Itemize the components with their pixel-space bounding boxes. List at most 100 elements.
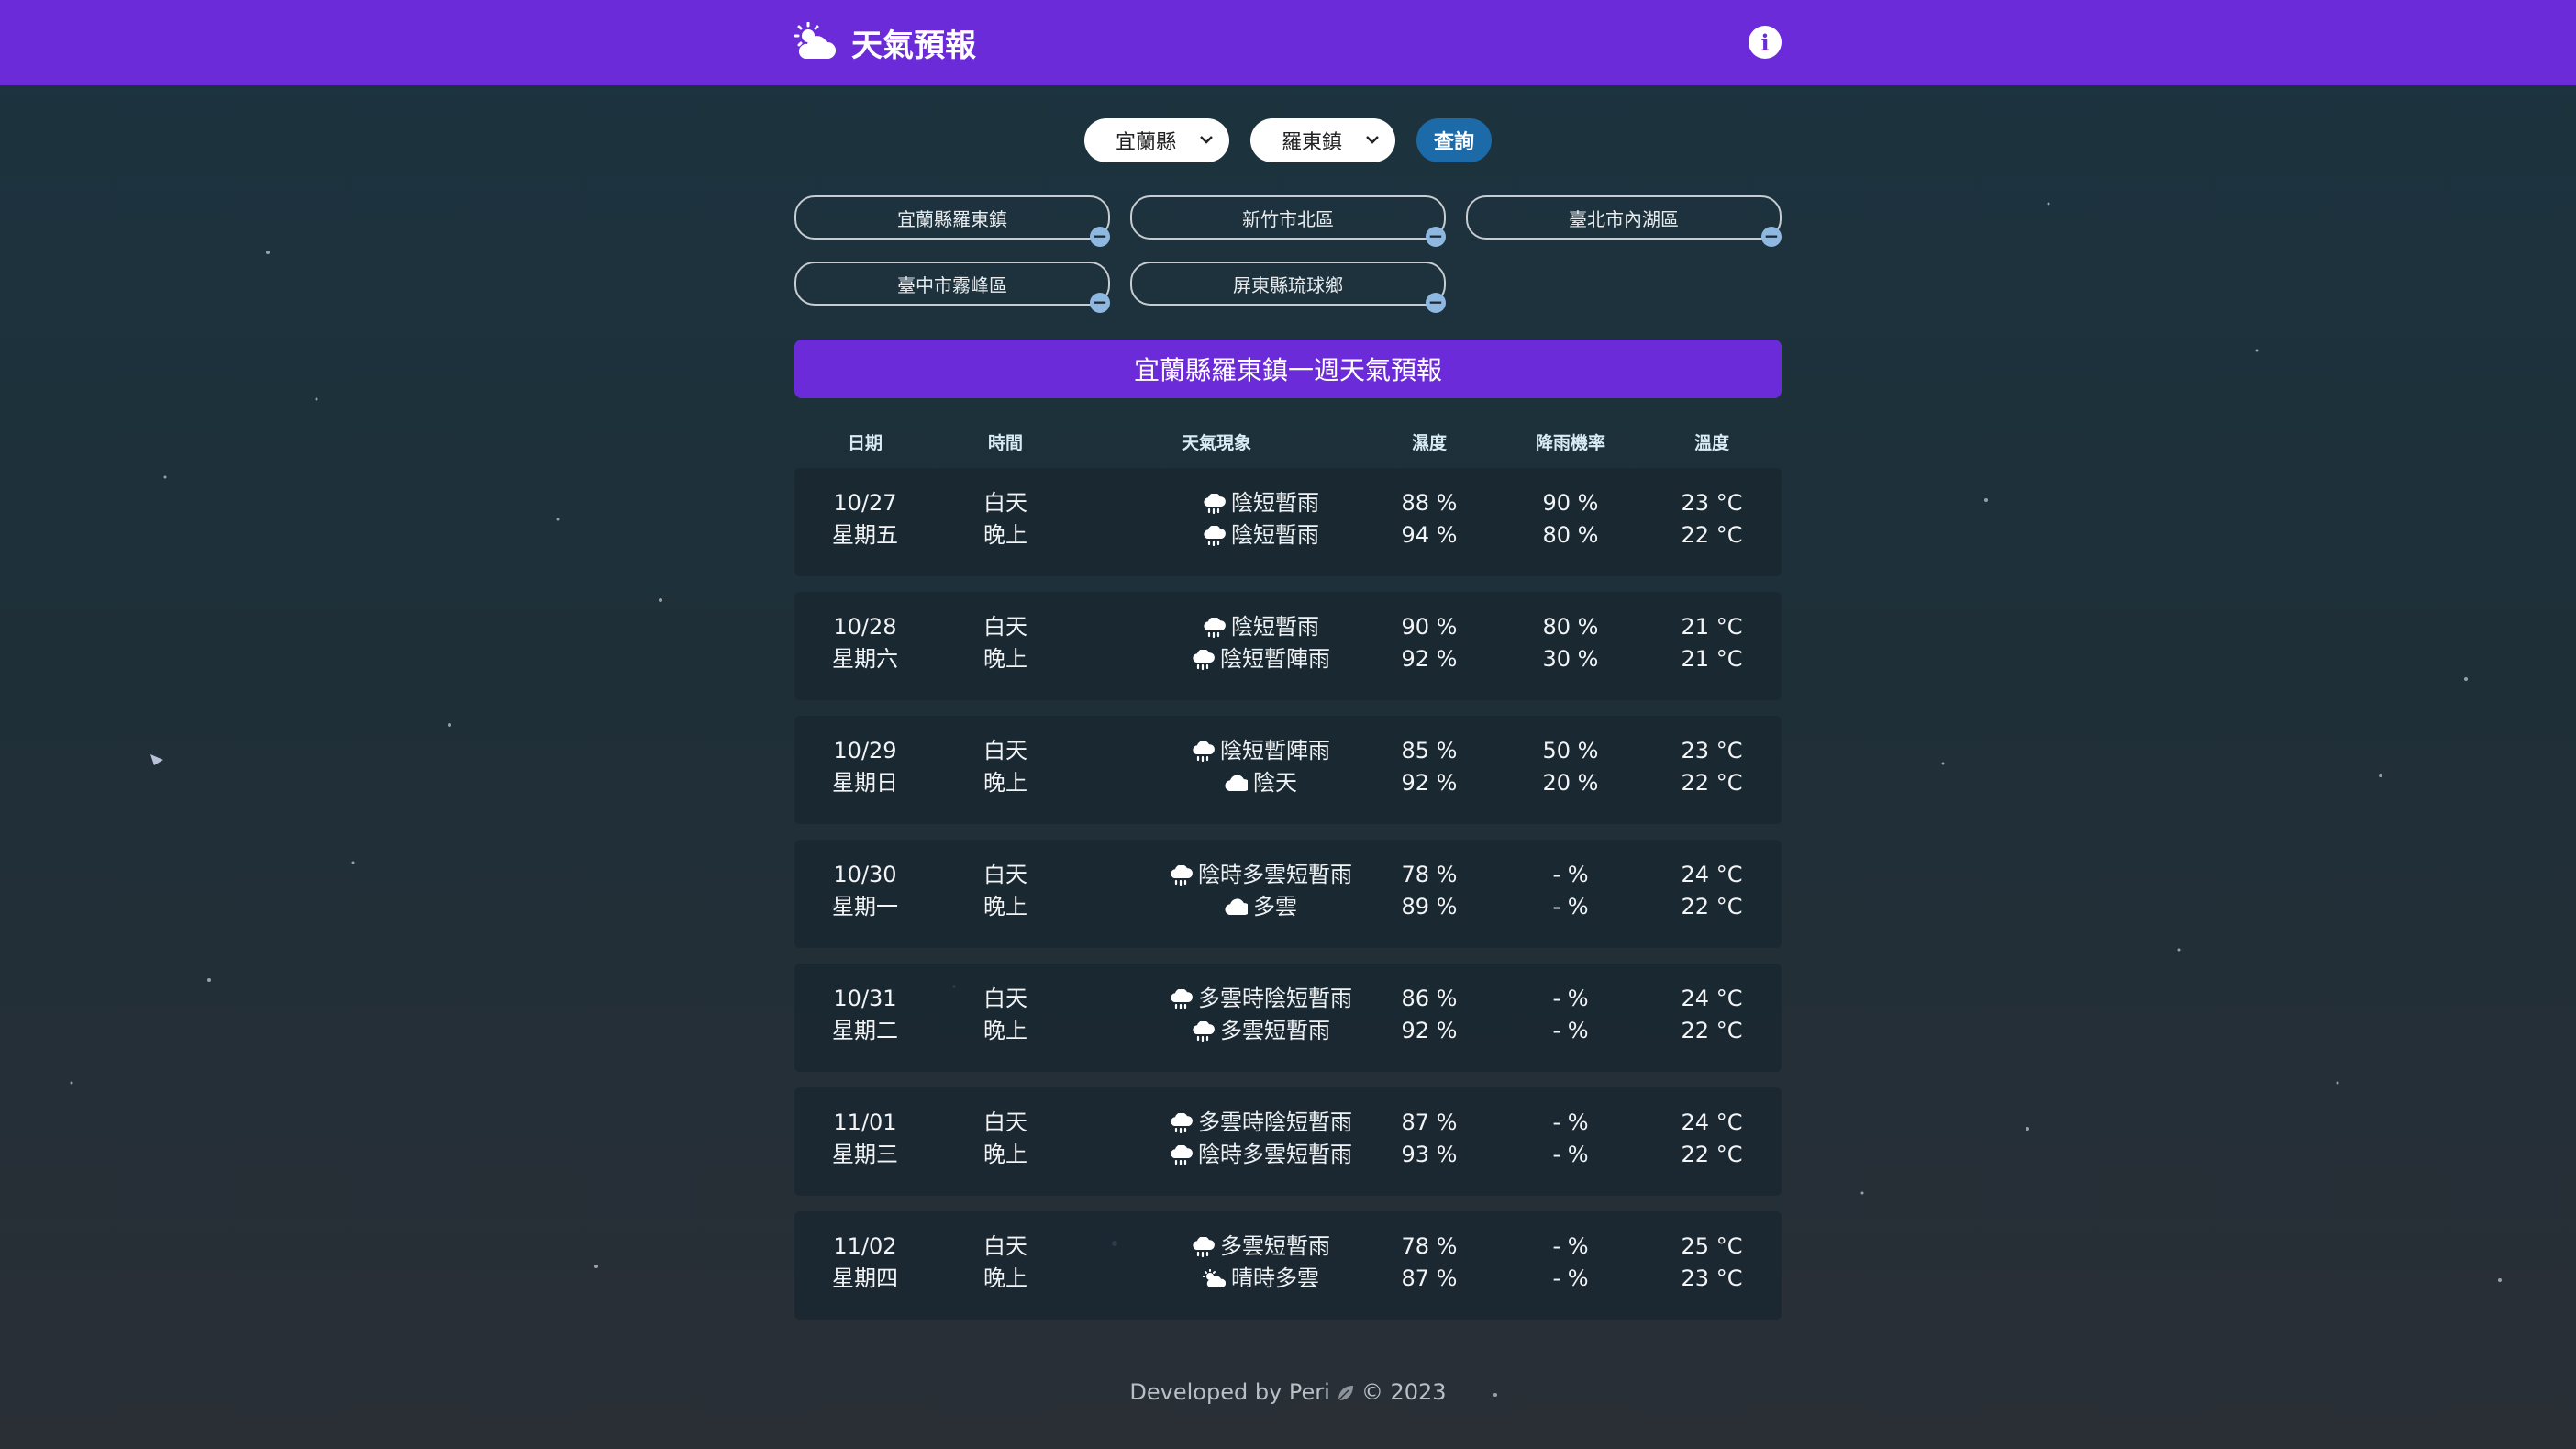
footer-copyright: © 2023: [1360, 1379, 1447, 1405]
favorite-location[interactable]: 臺中市霧峰區 −: [794, 262, 1110, 313]
town-select[interactable]: 羅東鎮: [1250, 118, 1395, 162]
cloud-icon: [1225, 897, 1248, 915]
weather-description: 陰短暫陣雨: [1191, 735, 1330, 767]
sun-cloud-icon: [1202, 1268, 1226, 1287]
weather-description: 陰短暫雨: [1202, 519, 1319, 552]
weekday-cell: 星期三: [832, 1142, 898, 1167]
humidity-cell: 90 %: [1401, 614, 1458, 640]
weather-text: 陰短暫雨: [1231, 614, 1319, 640]
rain-chance-cell: 90 %: [1542, 490, 1599, 516]
rain-icon: [1171, 988, 1193, 1009]
app-title: 天氣預報: [851, 27, 976, 64]
favorite-label: 臺北市內湖區: [1569, 207, 1679, 230]
rain-chance-cell: - %: [1552, 894, 1589, 920]
weather-description: 陰短暫雨: [1202, 611, 1319, 643]
remove-favorite-button[interactable]: −: [1426, 227, 1446, 247]
temperature-cell: 22 °C: [1681, 1142, 1743, 1167]
weather-description: 多雲時陰短暫雨: [1169, 983, 1352, 1015]
rain-icon: [1193, 1236, 1215, 1257]
temperature-cell: 25 °C: [1681, 1233, 1743, 1259]
weekday-cell: 星期一: [832, 894, 898, 920]
cloud-sun-icon: [794, 22, 837, 59]
favorite-label: 臺中市霧峰區: [897, 273, 1007, 296]
period-cell: 晚上: [983, 1018, 1027, 1043]
column-header-rain-chance: 降雨機率: [1535, 433, 1606, 453]
weather-text: 陰短暫陣雨: [1220, 646, 1330, 672]
rain-icon: [1204, 525, 1226, 546]
rain-icon: [1193, 649, 1215, 670]
rain-chance-cell: 50 %: [1542, 738, 1599, 764]
temperature-cell: 23 °C: [1681, 738, 1743, 764]
cloud-icon: [1225, 774, 1248, 791]
brand[interactable]: 天氣預報: [793, 20, 976, 64]
date-cell: 10/28: [833, 614, 897, 640]
humidity-cell: 93 %: [1401, 1142, 1458, 1167]
weather-text: 陰時多雲短暫雨: [1198, 862, 1352, 887]
remove-favorite-button[interactable]: −: [1090, 227, 1110, 247]
weather-description: 多雲時陰短暫雨: [1169, 1107, 1352, 1139]
info-icon[interactable]: i: [1749, 26, 1782, 59]
town-select-value: 羅東鎮: [1282, 131, 1343, 154]
favorite-location[interactable]: 新竹市北區 −: [1130, 195, 1446, 247]
period-cell: 晚上: [983, 522, 1027, 548]
date-cell: 11/02: [833, 1233, 897, 1259]
date-cell: 11/01: [833, 1109, 897, 1135]
weather-description: 陰短暫雨: [1202, 487, 1319, 519]
column-header-date: 日期: [847, 433, 883, 453]
humidity-cell: 88 %: [1401, 490, 1458, 516]
date-cell: 10/30: [833, 862, 897, 887]
favorite-location[interactable]: 臺北市內湖區 −: [1466, 195, 1782, 247]
period-cell: 白天: [983, 1109, 1027, 1135]
forecast-row: 10/30 星期一 白天 晚上 陰時多雲短暫雨 多雲 78 % 89 % - % - % 24 °C…: [794, 840, 1782, 948]
weekday-cell: 星期四: [832, 1265, 898, 1291]
forecast-row: 10/31 星期二 白天 晚上 多雲時陰短暫雨 多雲短暫雨 86 % 92 % - % - % 24…: [794, 964, 1782, 1072]
remove-favorite-button[interactable]: −: [1761, 227, 1782, 247]
period-cell: 白天: [983, 1233, 1027, 1259]
rain-chance-cell: - %: [1552, 1109, 1589, 1135]
period-cell: 晚上: [983, 646, 1027, 672]
humidity-cell: 94 %: [1401, 522, 1458, 548]
rain-chance-cell: 80 %: [1542, 614, 1599, 640]
weather-description: 陰天: [1224, 767, 1297, 799]
remove-favorite-button[interactable]: −: [1090, 293, 1110, 313]
weather-description: 陰時多雲短暫雨: [1169, 1139, 1352, 1171]
humidity-cell: 85 %: [1401, 738, 1458, 764]
rain-icon: [1171, 1112, 1193, 1133]
weather-text: 多雲: [1253, 894, 1297, 920]
column-header-temperature: 溫度: [1693, 433, 1730, 453]
temperature-cell: 23 °C: [1681, 490, 1743, 516]
weather-description: 陰短暫陣雨: [1191, 643, 1330, 675]
weekday-cell: 星期六: [832, 646, 898, 672]
weather-text: 晴時多雲: [1231, 1265, 1319, 1291]
favorite-label: 宜蘭縣羅東鎮: [897, 207, 1007, 230]
weather-text: 陰短暫陣雨: [1220, 738, 1330, 764]
date-cell: 10/27: [833, 490, 897, 516]
rain-chance-cell: 20 %: [1542, 770, 1599, 796]
forecast-row: 11/02 星期四 白天 晚上 多雲短暫雨 晴時多雲 78 % 87 % - % - % 25 °C…: [794, 1211, 1782, 1320]
county-select[interactable]: 宜蘭縣: [1084, 118, 1229, 162]
favorite-label: 新竹市北區: [1242, 207, 1334, 230]
period-cell: 白天: [983, 986, 1027, 1011]
weather-text: 多雲時陰短暫雨: [1198, 986, 1352, 1011]
rain-chance-cell: - %: [1552, 986, 1589, 1011]
temperature-cell: 22 °C: [1681, 1018, 1743, 1043]
favorite-location[interactable]: 屏東縣琉球鄉 −: [1130, 262, 1446, 313]
humidity-cell: 92 %: [1401, 646, 1458, 672]
leaf-icon: [1338, 1386, 1353, 1401]
query-button[interactable]: 查詢: [1416, 118, 1492, 162]
temperature-cell: 24 °C: [1681, 986, 1743, 1011]
rain-icon: [1171, 864, 1193, 886]
humidity-cell: 87 %: [1401, 1265, 1458, 1291]
humidity-cell: 92 %: [1401, 1018, 1458, 1043]
remove-favorite-button[interactable]: −: [1426, 293, 1446, 313]
weekday-cell: 星期五: [832, 522, 898, 548]
column-header-time: 時間: [987, 433, 1024, 453]
period-cell: 晚上: [983, 894, 1027, 920]
column-header-humidity: 濕度: [1411, 433, 1448, 453]
weather-text: 陰短暫雨: [1231, 522, 1319, 548]
weather-text: 陰天: [1253, 770, 1297, 796]
favorite-location[interactable]: 宜蘭縣羅東鎮 −: [794, 195, 1110, 247]
period-cell: 晚上: [983, 770, 1027, 796]
period-cell: 白天: [983, 862, 1027, 887]
forecast-title: 宜蘭縣羅東鎮一週天氣預報: [794, 340, 1782, 398]
